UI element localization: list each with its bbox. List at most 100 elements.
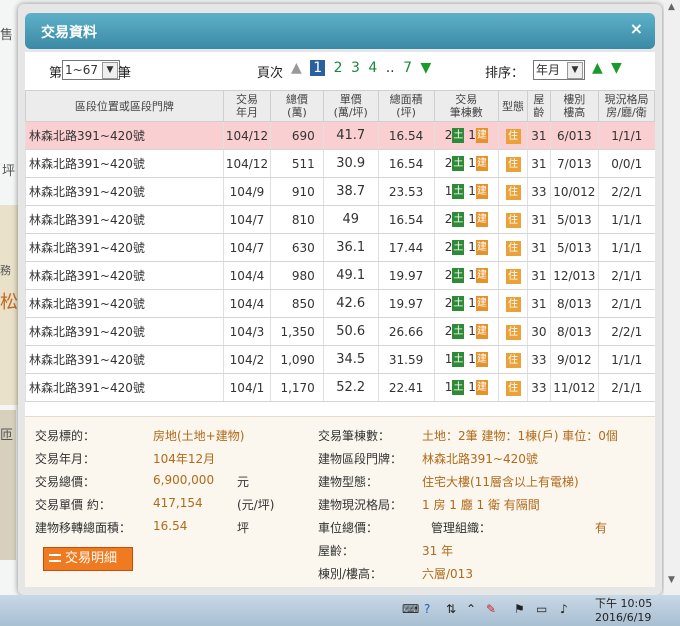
network-icon[interactable]: ⇅: [446, 602, 456, 616]
table-row[interactable]: 林森北路391~420號 104/9 910 38.7 23.53 1土 1建住 33 10/…: [25, 177, 655, 206]
cell-floor: 5/013: [549, 205, 599, 234]
residential-icon: 住: [505, 212, 521, 228]
cell-unit-price: 36.1: [322, 233, 379, 262]
pages-label: 頁次: [257, 66, 284, 81]
cell-address: 林森北路391~420號: [25, 373, 224, 402]
detail-count-label: 交易筆棟數：: [318, 429, 391, 443]
table-row[interactable]: 林森北路391~420號 104/3 1,350 50.6 26.66 2土 1建住 30 8…: [25, 317, 655, 346]
cell-address: 林森北路391~420號: [25, 149, 224, 178]
app-tray-icon[interactable]: ✎: [486, 602, 496, 616]
volume-icon[interactable]: ♪: [560, 602, 568, 616]
next-page-icon[interactable]: ▼: [420, 60, 431, 76]
close-icon[interactable]: ×: [630, 19, 643, 38]
cell-area: 16.54: [377, 205, 435, 234]
cell-layout: 2/1/1: [598, 261, 655, 290]
cell-count: 2土 1建: [433, 317, 499, 346]
monitor-icon[interactable]: ▭: [536, 602, 547, 616]
cell-total-price: 1,170: [270, 373, 324, 402]
detail-addr-label: 建物區段門牌：: [318, 452, 403, 466]
cell-year-month: 104/7: [222, 205, 271, 234]
table-row[interactable]: 林森北路391~420號 104/7 810 49 16.54 2土 1建住 31 5/013…: [25, 205, 655, 234]
cell-floor: 8/013: [549, 317, 599, 346]
cell-age: 33: [527, 345, 551, 374]
sort-select[interactable]: 年月 ▼: [533, 60, 585, 80]
keyboard-icon[interactable]: ⌨: [402, 602, 419, 616]
building-tag-icon: 建: [475, 296, 488, 311]
help-icon[interactable]: ?: [424, 602, 430, 616]
cell-type: 住: [498, 261, 528, 290]
transaction-detail-button[interactable]: 交易明細: [43, 547, 133, 571]
sort-label: 排序：: [485, 66, 525, 81]
cell-total-price: 690: [270, 121, 324, 150]
cell-age: 30: [527, 317, 551, 346]
tray-chevron-icon[interactable]: ⌃: [466, 602, 476, 616]
sort-desc-icon[interactable]: ▼: [611, 60, 622, 76]
taskbar-clock[interactable]: 下午 10:05 2016/6/19: [595, 597, 652, 625]
page-link-current[interactable]: 1: [310, 60, 326, 76]
cell-type: 住: [498, 317, 528, 346]
detail-count-value: 土地：2筆 建物：1棟(戶) 車位：0個: [422, 429, 618, 443]
col-header-area[interactable]: 總面積 (坪): [377, 90, 435, 122]
residential-icon: 住: [505, 324, 521, 340]
residential-icon: 住: [505, 240, 521, 256]
cell-address: 林森北路391~420號: [25, 233, 224, 262]
page-link[interactable]: 3: [351, 60, 360, 76]
cell-total-price: 980: [270, 261, 324, 290]
transaction-detail-label: 交易明細: [65, 551, 118, 566]
col-header-address[interactable]: 區段位置或區段門牌: [25, 90, 224, 122]
cell-count: 1土 1建: [433, 373, 499, 402]
sort-value: 年月: [536, 63, 561, 77]
cell-type: 住: [498, 373, 528, 402]
cell-count: 2土 1建: [433, 205, 499, 234]
detail-ym-label: 交易年月：: [35, 452, 96, 466]
cell-type: 住: [498, 121, 528, 150]
table-row[interactable]: 林森北路391~420號 104/12 511 30.9 16.54 2土 1建住 31 7/…: [25, 149, 655, 178]
col-header-type[interactable]: 型態: [498, 90, 529, 122]
scroll-down-icon[interactable]: ▼: [668, 575, 675, 585]
flag-icon[interactable]: ⚑: [514, 602, 525, 616]
col-header-year-month[interactable]: 交易 年月: [222, 90, 272, 122]
dialog-title: 交易資料: [41, 25, 97, 41]
cell-year-month: 104/3: [222, 317, 271, 346]
table-row[interactable]: 林森北路391~420號 104/12 690 41.7 16.54 2土 1建住 31 6/…: [25, 121, 655, 150]
cell-age: 31: [527, 121, 551, 150]
background-text: 松: [0, 292, 18, 313]
page-link[interactable]: 2: [334, 60, 343, 76]
transaction-dialog: 交易資料 × 第 1~67 ▼ 筆 頁次 ▲ 1 2 3 4 .. 7 ▼ 排序…: [18, 4, 662, 595]
cell-address: 林森北路391~420號: [25, 317, 224, 346]
cell-age: 31: [527, 233, 551, 262]
building-tag-icon: 建: [475, 352, 488, 367]
building-tag-icon: 建: [475, 268, 488, 283]
col-header-layout[interactable]: 現況格局 房/廳/衛: [598, 90, 655, 122]
pagination: ▲ 1 2 3 4 .. 7 ▼: [291, 60, 435, 76]
table-row[interactable]: 林森北路391~420號 104/2 1,090 34.5 31.59 1土 1建住 33 9…: [25, 345, 655, 374]
dialog-panel: 第 1~67 ▼ 筆 頁次 ▲ 1 2 3 4 .. 7 ▼ 排序： 年月 ▼: [25, 52, 655, 587]
cell-total-price: 910: [270, 177, 324, 206]
cell-type: 住: [498, 205, 528, 234]
col-header-total-price[interactable]: 總價 (萬): [270, 90, 324, 122]
table-row[interactable]: 林森北路391~420號 104/4 980 49.1 19.97 2土 1建住 31 12/…: [25, 261, 655, 290]
building-tag-icon: 建: [475, 240, 488, 255]
page-scrollbar[interactable]: ▲ ▼: [664, 0, 680, 595]
table-row[interactable]: 林森北路391~420號 104/1 1,170 52.2 22.41 1土 1建住 33 1…: [25, 373, 655, 402]
detail-unit-label: 交易單價 約：: [35, 498, 111, 512]
col-header-count[interactable]: 交易 筆棟數: [433, 90, 500, 122]
taskbar: ⌨ ? ⇅ ⌃ ✎ ⚑ ▭ ♪ 下午 10:05 2016/6/19: [0, 595, 680, 626]
page-link[interactable]: 4: [368, 60, 377, 76]
prev-page-icon[interactable]: ▲: [291, 60, 302, 76]
scroll-up-icon[interactable]: ▲: [668, 2, 675, 12]
land-tag-icon: 土: [452, 212, 465, 227]
page-range-select[interactable]: 1~67 ▼: [62, 60, 120, 80]
detail-floor-value: 六層/013: [422, 567, 473, 581]
cell-area: 23.53: [377, 177, 435, 206]
col-header-unit-price[interactable]: 單價 (萬/坪): [322, 90, 379, 122]
table-row[interactable]: 林森北路391~420號 104/4 850 42.6 19.97 2土 1建住 31 8/0…: [25, 289, 655, 318]
page-link-last[interactable]: 7: [403, 60, 412, 76]
sort-asc-icon[interactable]: ▲: [592, 60, 603, 76]
detail-layout-value: 1 房 1 廳 1 衛 有隔間: [422, 498, 540, 512]
col-header-age[interactable]: 屋齡: [527, 90, 551, 122]
cell-count: 1土 1建: [433, 345, 499, 374]
table-row[interactable]: 林森北路391~420號 104/7 630 36.1 17.44 2土 1建住 31 5/0…: [25, 233, 655, 262]
col-header-floor[interactable]: 樓別 樓高: [549, 90, 600, 122]
cell-count: 2土 1建: [433, 149, 499, 178]
